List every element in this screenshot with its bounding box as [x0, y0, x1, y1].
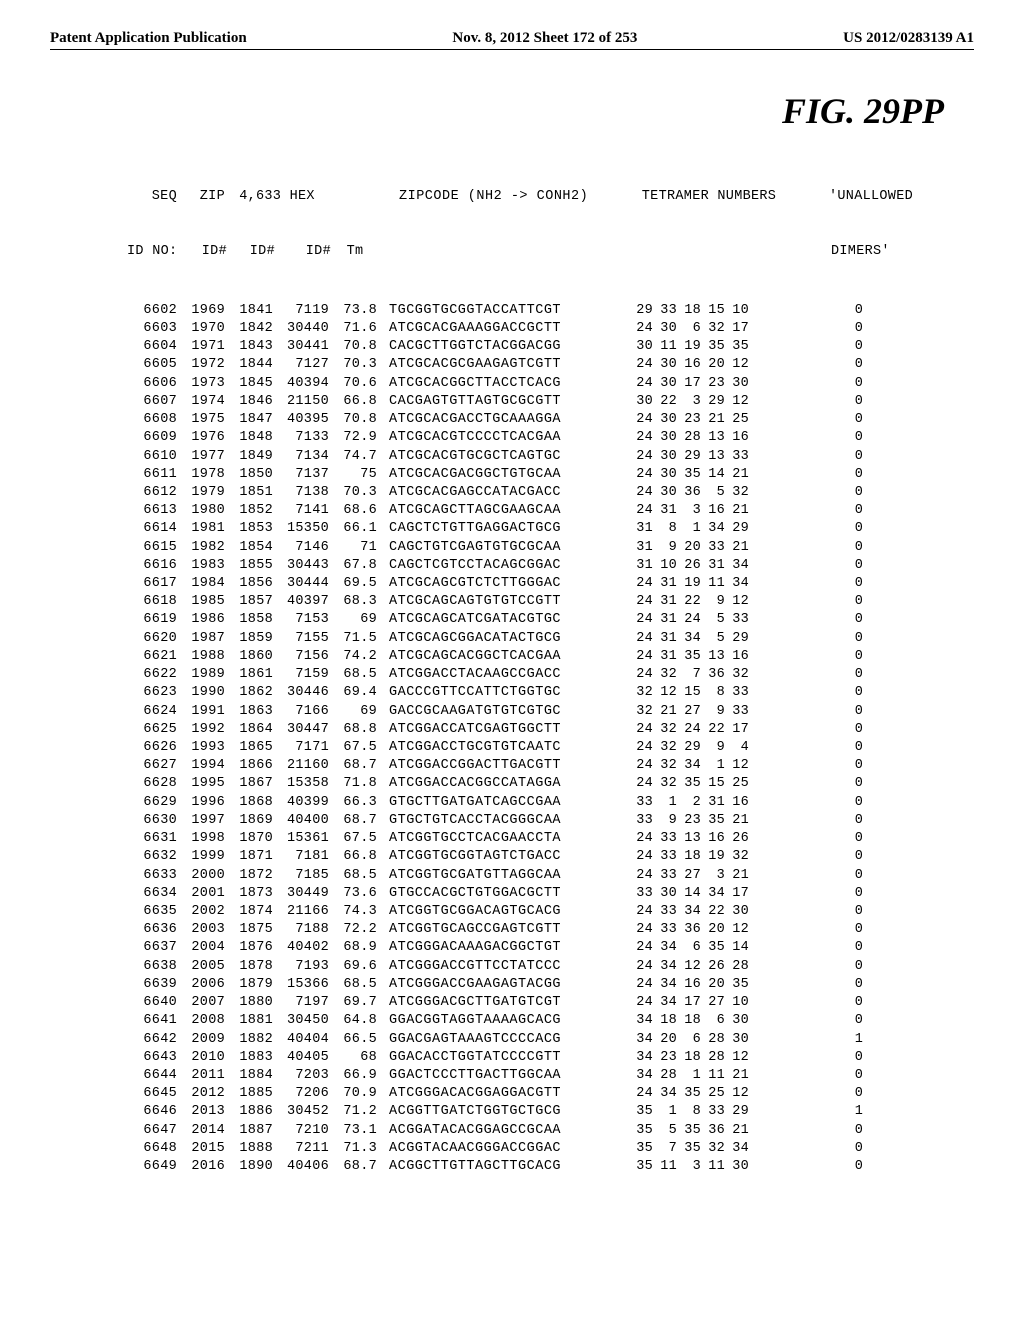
table-row: 6618198518574039768.3ATCGCAGCAGTGTGTCCGT…: [125, 593, 974, 611]
sequence-table: SEQZIP4,633 HEX ZIPCODE (NH2 -> CONH2)TET…: [125, 152, 974, 1213]
table-row: 661119781850713775ATCGCACGACGGCTGTGCAA24…: [125, 466, 974, 484]
table-row: 6639200618791536668.5ATCGGGACCGAAGAGTACG…: [125, 976, 974, 994]
table-row: 661019771849713474.7ATCGCACGTGCGCTCAGTGC…: [125, 448, 974, 466]
table-row: 6623199018623044669.4GACCCGTTCCATTCTGGTG…: [125, 684, 974, 702]
column-header-row-2: ID NO:ID#ID#ID#TmDIMERS': [125, 243, 974, 261]
table-row: 662019871859715571.5ATCGCAGCGGACATACTGCG…: [125, 630, 974, 648]
table-row: 662619931865717167.5ATCGGACCTGCGTGTCAATC…: [125, 739, 974, 757]
table-row: 664520121885720670.9ATCGGGACACGGAGGACGTT…: [125, 1085, 974, 1103]
col-tm: Tm: [331, 243, 383, 261]
table-row: 663219991871718166.8ATCGGTGCGGTAGTCTGACC…: [125, 848, 974, 866]
header-left: Patent Application Publication: [50, 30, 247, 47]
col-id1: ID#: [179, 243, 227, 261]
table-row: 662219891861715968.5ATCGGACCTACAAGCCGACC…: [125, 666, 974, 684]
table-row: 664820151888721171.3ACGGTACAACGGGACCGGAC…: [125, 1140, 974, 1158]
header-mid: Nov. 8, 2012 Sheet 172 of 253: [247, 30, 843, 47]
page-header: Patent Application Publication Nov. 8, 2…: [50, 30, 974, 50]
col-id3: ID#: [275, 243, 331, 261]
data-rows: 660219691841711973.8TGCGGTGCGGTACCATTCGT…: [125, 302, 974, 1177]
table-row: 6607197418462115066.8CACGAGTGTTAGTGCGCGT…: [125, 393, 974, 411]
table-row: 661219791851713870.3ATCGCACGAGCCATACGACC…: [125, 484, 974, 502]
figure-label: FIG. 29PP: [50, 90, 944, 132]
table-row: 664420111884720366.9GGACTCCCTTGACTTGGCAA…: [125, 1067, 974, 1085]
header-right: US 2012/0283139 A1: [843, 30, 974, 47]
table-row: 663620031875718872.2ATCGGTGCAGCCGAGTCGTT…: [125, 921, 974, 939]
column-header-row-1: SEQZIP4,633 HEX ZIPCODE (NH2 -> CONH2)TET…: [125, 188, 974, 206]
col-hex: 4,633 HEX: [225, 188, 329, 206]
table-row: 6649201618904040668.7ACGGCTTGTTAGCTTGCAC…: [125, 1158, 974, 1176]
table-row: 664720141887721073.1ACGGATACACGGAGCCGCAA…: [125, 1122, 974, 1140]
col-zipcode: ZIPCODE (NH2 -> CONH2): [381, 188, 599, 206]
table-row: 660919761848713372.9ATCGCACGTCCCCTCACGAA…: [125, 429, 974, 447]
table-row: 661319801852714168.6ATCGCAGCTTAGCGAAGCAA…: [125, 502, 974, 520]
table-row: 6604197118433044170.8CACGCTTGGTCTACGGACG…: [125, 338, 974, 356]
table-row: 663320001872718568.5ATCGGTGCGATGTTAGGCAA…: [125, 867, 974, 885]
col-unallowed: 'UNALLOWED: [789, 188, 889, 206]
table-row: 6627199418662116068.7ATCGGACCGGACTTGACGT…: [125, 757, 974, 775]
table-row: 660219691841711973.8TGCGGTGCGGTACCATTCGT…: [125, 302, 974, 320]
table-row: 664020071880719769.7ATCGGGACGCTTGATGTCGT…: [125, 994, 974, 1012]
table-row: 6631199818701536167.5ATCGGTGCCTCACGAACCT…: [125, 830, 974, 848]
table-row: 6642200918824040466.5GGACGAGTAAAGTCCCCAC…: [125, 1031, 974, 1049]
table-row: 6614198118531535066.1CAGCTCTGTTGAGGACTGC…: [125, 520, 974, 538]
col-tetramer: TETRAMER NUMBERS: [599, 188, 789, 206]
table-row: 6603197018423044071.6ATCGCACGAAAGGACCGCT…: [125, 320, 974, 338]
patent-page: Patent Application Publication Nov. 8, 2…: [0, 0, 1024, 1253]
table-row: 661919861858715369ATCGCAGCATCGATACGTGC24…: [125, 611, 974, 629]
table-row: 6646201318863045271.2ACGGTTGATCTGGTGCTGC…: [125, 1103, 974, 1121]
col-idno: ID NO:: [125, 243, 179, 261]
table-row: 661519821854714671CAGCTGTCGAGTGTGCGCAA31…: [125, 539, 974, 557]
col-seq: SEQ: [125, 188, 177, 206]
table-row: 6629199618684039966.3GTGCTTGATGATCAGCCGA…: [125, 794, 974, 812]
table-row: 6616198318553044367.8CAGCTCGTCCTACAGCGGA…: [125, 557, 974, 575]
table-row: 660519721844712770.3ATCGCACGCGAAGAGTCGTT…: [125, 356, 974, 374]
table-row: 6641200818813045064.8GGACGGTAGGTAAAAGCAC…: [125, 1012, 974, 1030]
table-row: 6625199218643044768.8ATCGGACCATCGAGTGGCT…: [125, 721, 974, 739]
table-row: 662119881860715674.2ATCGCAGCACGGCTCACGAA…: [125, 648, 974, 666]
col-zip: ZIP: [177, 188, 225, 206]
table-row: 6637200418764040268.9ATCGGGACAAAGACGGCTG…: [125, 939, 974, 957]
col-id2: ID#: [227, 243, 275, 261]
table-row: 6628199518671535871.8ATCGGACCACGGCCATAGG…: [125, 775, 974, 793]
table-row: 6643201018834040568GGACACCTGGTATCCCCGTT3…: [125, 1049, 974, 1067]
table-row: 6635200218742116674.3ATCGGTGCGGACAGTGCAC…: [125, 903, 974, 921]
table-row: 6634200118733044973.6GTGCCACGCTGTGGACGCT…: [125, 885, 974, 903]
col-dimers: DIMERS': [791, 243, 891, 261]
table-row: 6608197518474039570.8ATCGCACGACCTGCAAAGG…: [125, 411, 974, 429]
table-row: 6630199718694040068.7GTGCTGTCACCTACGGGCA…: [125, 812, 974, 830]
table-row: 662419911863716669GACCGCAAGATGTGTCGTGC32…: [125, 703, 974, 721]
table-row: 6606197318454039470.6ATCGCACGGCTTACCTCAC…: [125, 375, 974, 393]
table-row: 6617198418563044469.5ATCGCAGCGTCTCTTGGGA…: [125, 575, 974, 593]
table-row: 663820051878719369.6ATCGGGACCGTTCCTATCCC…: [125, 958, 974, 976]
